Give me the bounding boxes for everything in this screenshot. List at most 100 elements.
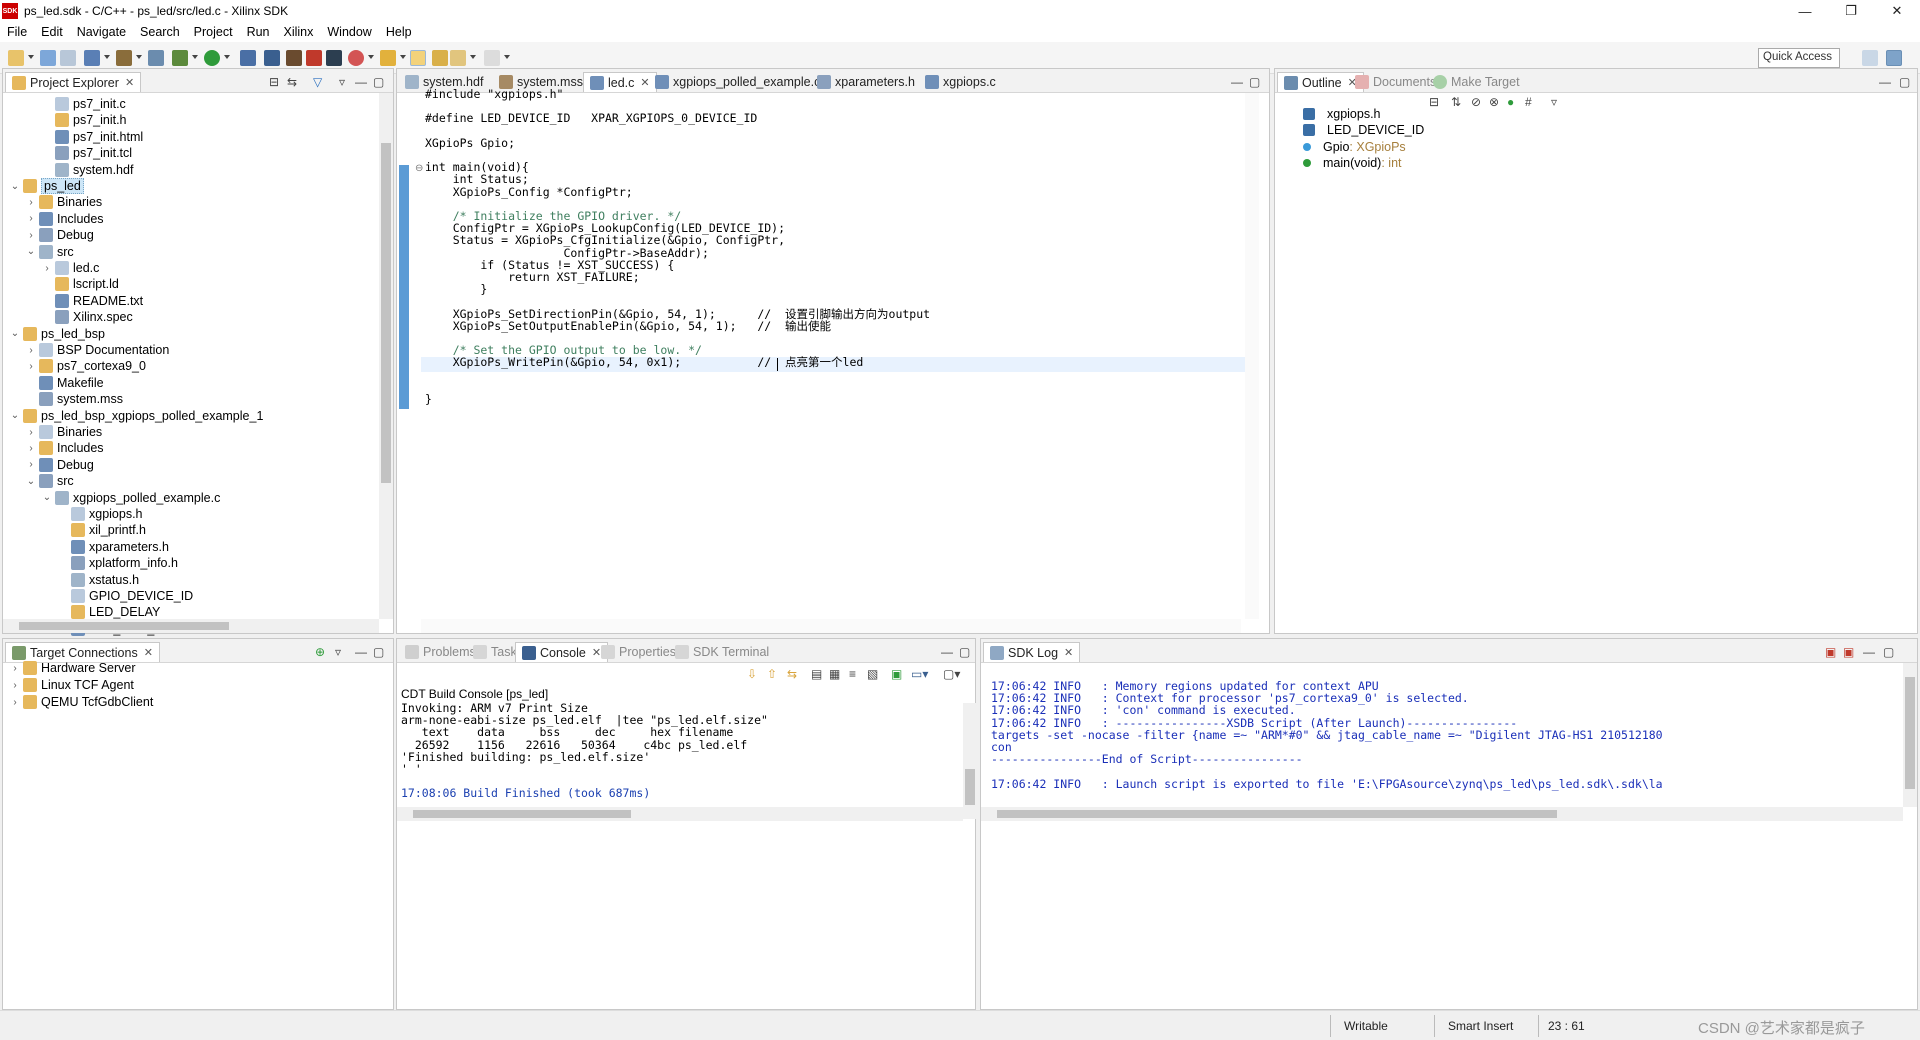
terminate-icon[interactable] [240, 50, 256, 66]
scrollbar-thumb[interactable] [381, 143, 391, 483]
filter-icon[interactable]: ▽ [313, 75, 322, 89]
run-dropdown-icon[interactable] [224, 55, 230, 59]
tree-item[interactable]: xparameters.h [57, 538, 169, 556]
vertical-scrollbar[interactable] [379, 93, 393, 619]
new-icon[interactable] [8, 50, 24, 66]
tree-item[interactable]: system.hdf [41, 161, 133, 179]
menu-navigate[interactable]: Navigate [70, 25, 133, 39]
display-console-icon[interactable]: ▣ [891, 667, 902, 681]
view-menu-icon[interactable]: ▿ [339, 75, 345, 89]
tree-item[interactable]: ⌄ ps_led [9, 177, 84, 195]
horizontal-scrollbar[interactable] [3, 619, 379, 633]
fold-icon[interactable]: ⊖ [415, 163, 423, 174]
scrollbar-thumb[interactable] [997, 810, 1557, 818]
highlight-icon[interactable] [410, 50, 426, 66]
connection-hardware-server[interactable]: › Hardware Server [9, 659, 135, 677]
maximize-icon[interactable]: ▢ [1883, 645, 1894, 659]
minimize-icon[interactable]: — [1879, 75, 1891, 89]
tab-sdk-log[interactable]: SDK Log ✕ [983, 642, 1081, 662]
fpga-program-icon[interactable] [286, 50, 302, 66]
tree-item[interactable]: Makefile [25, 374, 104, 392]
minimize-button[interactable]: — [1782, 0, 1828, 22]
tree-item[interactable]: ps7_init.html [41, 128, 143, 146]
word-wrap-icon[interactable]: ≡ [849, 667, 856, 681]
maximize-icon[interactable]: ▢ [1899, 75, 1910, 89]
forward-icon[interactable] [484, 50, 500, 66]
collapse-icon[interactable]: ⌄ [41, 492, 53, 503]
tree-item[interactable]: xgpiops.h [57, 505, 143, 523]
expand-icon[interactable]: › [9, 680, 21, 691]
tree-item[interactable]: system.mss [25, 390, 123, 408]
maximize-icon[interactable]: ▢ [1249, 75, 1260, 89]
hide-static-icon[interactable]: ⊗ [1489, 95, 1499, 109]
clear-console-icon[interactable]: ▤ [811, 667, 822, 681]
tab-xgpiops-polled-example[interactable]: xgpiops_polled_example.c [649, 72, 826, 92]
expand-icon[interactable]: › [9, 697, 21, 708]
debug-dropdown-icon[interactable] [192, 55, 198, 59]
new-console-icon[interactable]: ▢▾ [943, 667, 960, 681]
hide-fields-icon[interactable]: ⊘ [1471, 95, 1481, 109]
build-dropdown-icon[interactable] [104, 55, 110, 59]
menu-search[interactable]: Search [133, 25, 187, 39]
tree-item[interactable]: xil_printf.h [57, 521, 146, 539]
tree-item[interactable]: lscript.ld [41, 275, 119, 293]
tree-item[interactable]: › Debug [25, 456, 94, 474]
collapse-all-icon[interactable]: ⊟ [269, 75, 279, 89]
tree-item[interactable]: ⌄ src [25, 243, 74, 261]
minimize-icon[interactable]: — [941, 645, 953, 659]
menu-edit[interactable]: Edit [34, 25, 70, 39]
expand-icon[interactable]: › [25, 213, 37, 224]
menu-help[interactable]: Help [379, 25, 419, 39]
tree-item[interactable]: Xilinx.spec [41, 308, 133, 326]
scrollbar-thumb[interactable] [413, 810, 631, 818]
expand-icon[interactable]: › [41, 263, 53, 274]
maximize-icon[interactable]: ▢ [373, 645, 384, 659]
outline-item[interactable]: Gpio : XGpioPs [1301, 138, 1406, 156]
tree-item[interactable]: ps7_init.h [41, 111, 127, 129]
tab-make-target[interactable]: Make Target [1427, 72, 1526, 92]
connection-linux-tcf-agent[interactable]: › Linux TCF Agent [9, 676, 134, 694]
tree-item[interactable]: GPIO_DEVICE_ID [57, 587, 193, 605]
tree-item[interactable]: ⌄ ps_led_bsp [9, 325, 105, 343]
group-macros-icon[interactable]: # [1525, 95, 1532, 109]
tree-item[interactable]: › Binaries [25, 423, 102, 441]
maximize-button[interactable]: ❐ [1828, 0, 1874, 22]
menu-run[interactable]: Run [240, 25, 277, 39]
tree-item[interactable]: › ps7_cortexa9_0 [25, 357, 146, 375]
console-selector-icon[interactable]: ▭▾ [911, 667, 928, 681]
close-icon[interactable]: ✕ [144, 646, 153, 659]
forward-dropdown-icon[interactable] [504, 55, 510, 59]
minimize-icon[interactable]: — [1863, 645, 1875, 659]
quick-access-input[interactable]: Quick Access [1758, 48, 1840, 68]
view-menu-icon[interactable]: ▿ [335, 645, 341, 659]
scrollbar-thumb[interactable] [1905, 677, 1915, 789]
external-tools-dropdown-icon[interactable] [368, 55, 374, 59]
horizontal-scrollbar[interactable] [981, 807, 1903, 821]
external-tools-icon[interactable] [348, 50, 364, 66]
tree-item[interactable]: › Debug [25, 226, 94, 244]
minimize-icon[interactable]: — [355, 645, 367, 659]
menu-file[interactable]: File [0, 25, 34, 39]
collapse-all-icon[interactable]: ⊟ [1429, 95, 1439, 109]
expand-icon[interactable]: › [9, 663, 21, 674]
scrollbar-thumb[interactable] [965, 769, 975, 805]
maximize-icon[interactable]: ▢ [959, 645, 970, 659]
close-icon[interactable]: ✕ [1064, 646, 1073, 659]
link-editor-icon[interactable]: ⇆ [287, 75, 297, 89]
vertical-scrollbar[interactable] [963, 703, 977, 819]
maximize-icon[interactable]: ▢ [373, 75, 384, 89]
minimize-icon[interactable]: — [1231, 75, 1243, 89]
collapse-icon[interactable]: ⌄ [25, 476, 37, 487]
tab-project-explorer[interactable]: Project Explorer ✕ [5, 72, 142, 92]
collapse-icon[interactable]: ⌄ [9, 181, 21, 192]
new-connection-icon[interactable]: ⊕ [315, 645, 325, 659]
outline-item[interactable]: LED_DEVICE_ID [1301, 121, 1424, 139]
tab-xparameters-h[interactable]: xparameters.h [811, 72, 921, 92]
tree-item[interactable]: › BSP Documentation [25, 341, 169, 359]
tree-item[interactable]: xstatus.h [57, 571, 139, 589]
last-edit-icon[interactable] [432, 50, 448, 66]
menu-window[interactable]: Window [320, 25, 378, 39]
view-menu-icon[interactable]: ▿ [1551, 95, 1557, 109]
pin-console-icon[interactable]: ▧ [867, 667, 878, 681]
back-icon[interactable] [450, 50, 466, 66]
